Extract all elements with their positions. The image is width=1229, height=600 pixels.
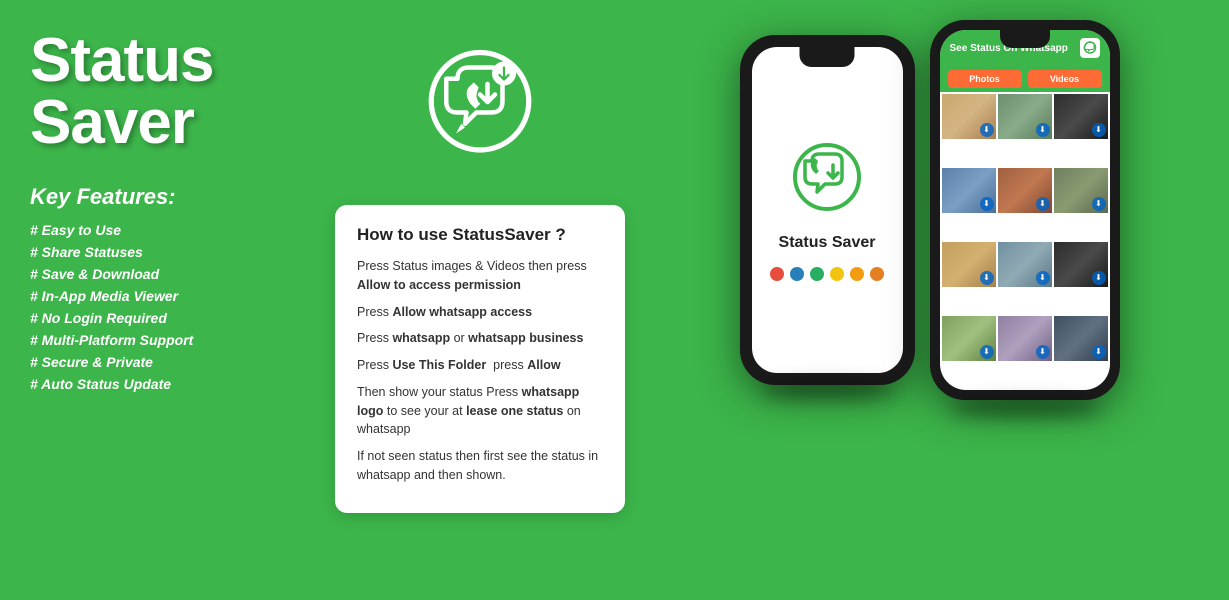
phone2-container: See Status On Whatsapp Photos Videos [930,20,1120,400]
phone1-shadow [762,380,892,400]
gallery-cell-11 [998,316,1052,361]
feature-item: # Easy to Use [30,222,310,238]
feature-item: # No Login Required [30,310,310,326]
gallery-cell-9 [1054,242,1108,287]
card-step-6: If not seen status then first see the st… [357,447,603,485]
card-step-1: Press Status images & Videos then press … [357,257,603,295]
card-title: How to use StatusSaver ? [357,225,603,245]
key-features-section: Key Features: # Easy to Use # Share Stat… [30,184,310,392]
feature-list: # Easy to Use # Share Statuses # Save & … [30,222,310,392]
feature-item: # Secure & Private [30,354,310,370]
card-step-3: Press whatsapp or whatsapp business [357,329,603,348]
gallery-cell-7 [942,242,996,287]
tab-videos[interactable]: Videos [1028,70,1102,88]
phone2-shadow [950,398,1100,418]
gallery-cell-8 [998,242,1052,287]
key-features-title: Key Features: [30,184,310,210]
phone1-dots [770,267,884,281]
dot-orange [870,267,884,281]
whatsapp-download-icon [420,45,540,165]
middle-section: How to use StatusSaver ? Press Status im… [320,20,640,513]
tab-photos[interactable]: Photos [948,70,1022,88]
whatsapp-icon-container [400,25,560,185]
tab-bar: Photos Videos [940,66,1110,92]
gallery-cell-2 [998,94,1052,139]
phone1-app-icon [787,139,867,219]
gallery-cell-10 [942,316,996,361]
dot-blue [790,267,804,281]
app-title: Status Saver [30,30,310,154]
dot-yellow1 [830,267,844,281]
gallery-cell-3 [1054,94,1108,139]
gallery-cell-6 [1054,168,1108,213]
phone1-container: Status Saver [740,35,915,385]
feature-item: # In-App Media Viewer [30,288,310,304]
gallery-cell-5 [998,168,1052,213]
gallery-cell-12 [1054,316,1108,361]
card-step-2: Press Allow whatsapp access [357,303,603,322]
gallery-grid [940,92,1110,390]
main-container: Status Saver Key Features: # Easy to Use… [0,0,1229,600]
dot-green [810,267,824,281]
card-step-4: Press Use This Folder press Allow [357,356,603,375]
phone1-body: Status Saver [740,35,915,385]
gallery-cell-1 [942,94,996,139]
how-to-use-card: How to use StatusSaver ? Press Status im… [335,205,625,513]
phone2-screen: See Status On Whatsapp Photos Videos [940,30,1110,390]
dot-red [770,267,784,281]
feature-item: # Multi-Platform Support [30,332,310,348]
left-section: Status Saver Key Features: # Easy to Use… [30,20,310,398]
phone1-app-name: Status Saver [779,234,876,252]
phone2-notch [1000,30,1050,48]
dot-yellow2 [850,267,864,281]
phone1-content: Status Saver [770,139,884,281]
feature-item: # Save & Download [30,266,310,282]
phone2-body: See Status On Whatsapp Photos Videos [930,20,1120,400]
phone1-notch [800,47,855,67]
app-header-icon [1080,38,1100,58]
phone1-screen: Status Saver [752,47,903,373]
feature-item: # Auto Status Update [30,376,310,392]
gallery-cell-4 [942,168,996,213]
phones-section: Status Saver [660,20,1199,400]
card-step-5: Then show your status Press whatsapp log… [357,383,603,439]
feature-item: # Share Statuses [30,244,310,260]
